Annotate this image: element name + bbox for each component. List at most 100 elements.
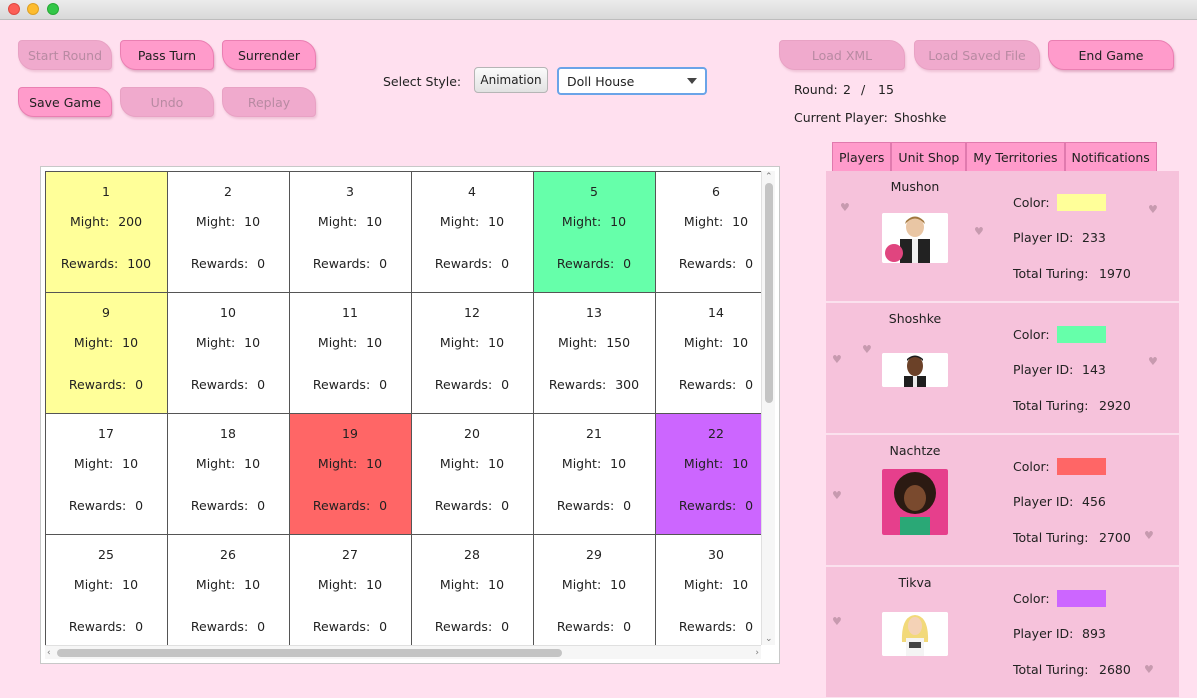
- tab-unit-shop[interactable]: Unit Shop: [891, 142, 967, 171]
- territory-cell[interactable]: 21 Might: 10 Rewards: 0: [532, 412, 656, 535]
- territory-cell[interactable]: 25 Might: 10 Rewards: 0: [45, 533, 168, 645]
- territory-rewards: Rewards: 0: [656, 498, 762, 513]
- board-viewport: 1 Might: 200 Rewards: 100 2 Might: 10 Rewards: 0 3…: [45, 171, 761, 645]
- territory-cell[interactable]: 14 Might: 10 Rewards: 0: [654, 291, 761, 414]
- territory-id: 3: [346, 183, 354, 199]
- might-value: 150: [606, 334, 631, 350]
- might-label: Might:: [561, 576, 602, 592]
- territory-cell[interactable]: 2 Might: 10 Rewards: 0: [166, 171, 290, 293]
- territory-might: Might: 10: [534, 214, 655, 229]
- territory-cell[interactable]: 4 Might: 10 Rewards: 0: [410, 171, 534, 293]
- maximize-window-button[interactable]: [47, 3, 59, 15]
- territory-cell[interactable]: 18 Might: 10 Rewards: 0: [166, 412, 290, 535]
- player-id-value: 456: [1082, 494, 1106, 509]
- animation-button[interactable]: Animation: [474, 67, 548, 93]
- territory-rewards: Rewards: 0: [412, 256, 533, 271]
- territory-cell[interactable]: 17 Might: 10 Rewards: 0: [45, 412, 168, 535]
- horizontal-scroll-thumb[interactable]: [57, 649, 562, 657]
- territory-id: 22: [708, 425, 724, 441]
- might-label: Might:: [73, 334, 114, 350]
- territory-cell[interactable]: 10 Might: 10 Rewards: 0: [166, 291, 290, 414]
- vertical-scrollbar[interactable]: ⌃ ⌄: [761, 171, 775, 645]
- current-player-label: Current Player:: [794, 110, 888, 125]
- minimize-window-button[interactable]: [27, 3, 39, 15]
- territory-id: 1: [102, 183, 110, 199]
- territory-might: Might: 10: [656, 214, 762, 229]
- arrow-up-icon[interactable]: ⌃: [765, 172, 773, 182]
- territory-cell[interactable]: 12 Might: 10 Rewards: 0: [410, 291, 534, 414]
- horizontal-scrollbar[interactable]: ‹ ›: [45, 645, 761, 659]
- rewards-value: 0: [501, 376, 510, 392]
- game-board: 1 Might: 200 Rewards: 100 2 Might: 10 Rewards: 0 3…: [40, 166, 780, 664]
- style-select[interactable]: Doll House: [557, 67, 707, 95]
- load-xml-button[interactable]: Load XML: [779, 40, 905, 70]
- territory-rewards: Rewards: 0: [168, 256, 289, 271]
- rewards-label: Rewards:: [678, 618, 737, 634]
- territory-cell[interactable]: 30 Might: 10 Rewards: 0: [654, 533, 761, 645]
- territory-might: Might: 10: [46, 335, 167, 350]
- rewards-label: Rewards:: [678, 376, 737, 392]
- rewards-label: Rewards:: [312, 376, 371, 392]
- territory-id: 11: [342, 304, 358, 320]
- rewards-value: 0: [623, 618, 632, 634]
- territory-cell[interactable]: 5 Might: 10 Rewards: 0: [532, 171, 656, 293]
- territory-id: 20: [464, 425, 480, 441]
- territory-cell[interactable]: 3 Might: 10 Rewards: 0: [288, 171, 412, 293]
- territory-cell[interactable]: 9 Might: 10 Rewards: 0: [45, 291, 168, 414]
- territory-cell[interactable]: 27 Might: 10 Rewards: 0: [288, 533, 412, 645]
- territory-cell[interactable]: 1 Might: 200 Rewards: 100: [45, 171, 168, 293]
- round-label: Round:: [794, 82, 838, 97]
- territory-cell[interactable]: 29 Might: 10 Rewards: 0: [532, 533, 656, 645]
- style-select-value: Doll House: [567, 73, 635, 89]
- load-saved-file-button[interactable]: Load Saved File: [914, 40, 1040, 70]
- rewards-label: Rewards:: [556, 497, 615, 513]
- player-color-swatch: [1057, 590, 1106, 607]
- territory-rewards: Rewards: 0: [168, 377, 289, 392]
- undo-button[interactable]: Undo: [120, 87, 214, 117]
- close-window-button[interactable]: [8, 3, 20, 15]
- end-game-button[interactable]: End Game: [1048, 40, 1174, 70]
- vertical-scroll-thumb[interactable]: [765, 183, 773, 403]
- start-round-button[interactable]: Start Round: [18, 40, 112, 70]
- player-id-label: Player ID:: [1013, 494, 1074, 509]
- territory-might: Might: 10: [46, 456, 167, 471]
- territory-cell[interactable]: 20 Might: 10 Rewards: 0: [410, 412, 534, 535]
- territory-cell[interactable]: 6 Might: 10 Rewards: 0: [654, 171, 762, 293]
- tab-notifications[interactable]: Notifications: [1064, 142, 1157, 171]
- territory-might: Might: 10: [534, 456, 655, 471]
- player-avatar: [882, 353, 948, 387]
- save-game-button[interactable]: Save Game: [18, 87, 112, 117]
- chevron-down-icon: [687, 78, 697, 84]
- tab-players[interactable]: Players: [832, 142, 892, 171]
- arrow-right-icon[interactable]: ›: [755, 648, 759, 658]
- might-label: Might:: [557, 334, 598, 350]
- pass-turn-button[interactable]: Pass Turn: [120, 40, 214, 70]
- replay-button[interactable]: Replay: [222, 87, 316, 117]
- might-value: 10: [488, 334, 505, 350]
- might-label: Might:: [683, 455, 724, 471]
- territory-id: 10: [220, 304, 236, 320]
- tab-my-territories[interactable]: My Territories: [966, 142, 1065, 171]
- territory-cell[interactable]: 19 Might: 10 Rewards: 0: [288, 412, 412, 535]
- territory-cell[interactable]: 13 Might: 150 Rewards: 300: [532, 291, 656, 414]
- rewards-value: 0: [745, 497, 754, 513]
- player-card: Nachtze Color: Player ID: 456 Total Turi…: [826, 435, 1179, 567]
- rewards-label: Rewards:: [68, 497, 127, 513]
- player-id-label: Player ID:: [1013, 362, 1074, 377]
- rewards-value: 0: [745, 618, 754, 634]
- might-label: Might:: [195, 576, 236, 592]
- territory-cell[interactable]: 22 Might: 10 Rewards: 0: [654, 412, 762, 535]
- territory-cell[interactable]: 11 Might: 10 Rewards: 0: [288, 291, 412, 414]
- rewards-label: Rewards:: [434, 618, 493, 634]
- surrender-button[interactable]: Surrender: [222, 40, 316, 70]
- might-value: 10: [366, 334, 383, 350]
- arrow-down-icon[interactable]: ⌄: [765, 634, 773, 644]
- territory-might: Might: 10: [46, 577, 167, 592]
- territory-cell[interactable]: 26 Might: 10 Rewards: 0: [166, 533, 290, 645]
- rewards-label: Rewards:: [60, 255, 119, 271]
- arrow-left-icon[interactable]: ‹: [47, 648, 51, 658]
- player-name: Mushon: [890, 179, 940, 194]
- rewards-value: 0: [623, 497, 632, 513]
- territory-cell[interactable]: 28 Might: 10 Rewards: 0: [410, 533, 534, 645]
- territory-id: 2: [224, 183, 232, 199]
